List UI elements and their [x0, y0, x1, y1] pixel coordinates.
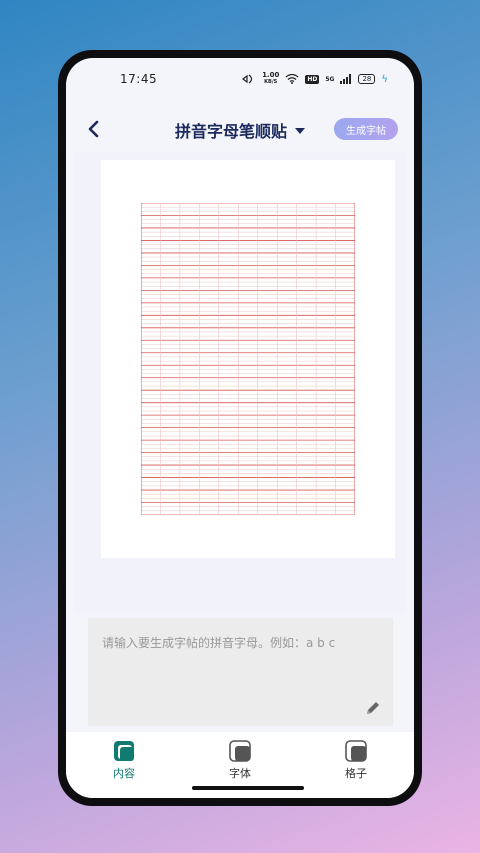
- wifi-icon: [285, 74, 299, 84]
- signal-label: 5G: [325, 75, 335, 83]
- charging-icon: ϟ: [381, 73, 388, 85]
- net-speed-value: 1.00: [262, 71, 280, 79]
- generate-button[interactable]: 生成字帖: [334, 118, 398, 140]
- worksheet-preview: [101, 160, 395, 558]
- content-icon: [114, 741, 134, 761]
- hd-badge: HD: [305, 74, 320, 84]
- home-indicator: [192, 786, 304, 790]
- screen: 17:45 1.00 KB/S HD 5G 28 ϟ 拼音字母笔顺贴 生成字帖 …: [66, 58, 414, 798]
- battery-indicator: 28: [358, 74, 376, 84]
- network-speed: 1.00 KB/S: [262, 72, 279, 86]
- nfc-icon: [242, 74, 253, 84]
- dropdown-caret-icon: [295, 128, 305, 134]
- status-time: 17:45: [120, 72, 158, 86]
- header: 拼音字母笔顺贴 生成字帖: [66, 106, 414, 152]
- tab-grid[interactable]: 格子: [316, 740, 396, 781]
- status-bar: 17:45 1.00 KB/S HD 5G 28 ϟ: [66, 58, 414, 100]
- tab-font-label: 字体: [229, 767, 251, 780]
- pinyin-grid: [141, 203, 355, 515]
- pinyin-input[interactable]: 请输入要生成字帖的拼音字母。例如：a b c: [88, 618, 393, 726]
- phone-frame: 17:45 1.00 KB/S HD 5G 28 ϟ 拼音字母笔顺贴 生成字帖 …: [58, 50, 422, 806]
- status-icons: 1.00 KB/S HD 5G 28 ϟ: [242, 72, 388, 86]
- tab-content[interactable]: 内容: [84, 740, 164, 781]
- grid-icon: [345, 740, 367, 762]
- tab-font[interactable]: 字体: [200, 740, 280, 781]
- tab-content-label: 内容: [113, 767, 135, 780]
- preview-area: [74, 152, 406, 612]
- tab-grid-label: 格子: [345, 767, 367, 780]
- signal-icon: [340, 74, 352, 84]
- input-placeholder: 请输入要生成字帖的拼音字母。例如：a b c: [102, 636, 336, 650]
- page-title: 拼音字母笔顺贴: [174, 122, 287, 141]
- font-icon: [229, 740, 251, 762]
- pencil-icon[interactable]: [365, 700, 381, 716]
- net-speed-unit: KB/S: [264, 79, 278, 85]
